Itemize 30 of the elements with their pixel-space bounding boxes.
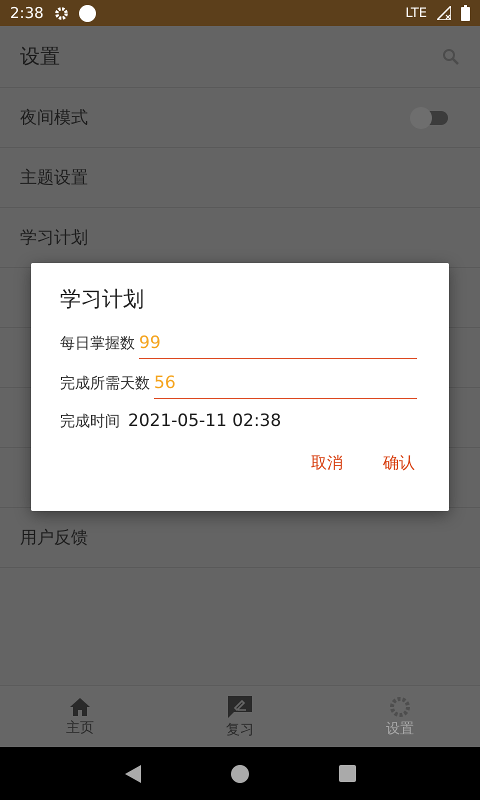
- settings-item[interactable]: 用户反馈: [20, 526, 88, 549]
- input-field[interactable]: 99: [139, 333, 417, 359]
- field-label: 每日掌握数: [60, 334, 135, 354]
- finish-time-label: 完成时间: [60, 412, 120, 431]
- finish-time: 2021-05-11 02:38: [128, 411, 282, 431]
- nav-tab[interactable]: 主页: [0, 686, 160, 747]
- dialog-button[interactable]: 取消: [309, 449, 345, 478]
- clock-time: 2:38: [10, 4, 44, 22]
- settings-item[interactable]: 主题设置: [20, 166, 88, 189]
- input-field[interactable]: 56: [154, 373, 417, 399]
- gear-icon: [389, 696, 411, 718]
- home-circle-icon[interactable]: [230, 764, 248, 782]
- dialog-button[interactable]: 确认: [381, 449, 417, 478]
- home-icon: [69, 696, 91, 716]
- signal-icon: [437, 6, 451, 20]
- pencil-note-icon: [227, 694, 253, 718]
- field-label: 完成所需天数: [60, 374, 150, 394]
- dialog-title: 学习计划: [60, 286, 145, 313]
- gear-icon: [54, 6, 69, 20]
- settings-item[interactable]: 夜间模式: [20, 106, 88, 129]
- page-title: 设置: [20, 43, 60, 70]
- settings-item[interactable]: 学习计划: [20, 226, 88, 249]
- battery-icon: [461, 5, 470, 21]
- back-icon[interactable]: [124, 764, 140, 782]
- night-mode-switch[interactable]: [410, 106, 448, 128]
- nav-tab[interactable]: 复习: [160, 686, 320, 747]
- circle-icon: [78, 4, 96, 22]
- recents-icon[interactable]: [338, 765, 356, 782]
- nav-tab[interactable]: 设置: [320, 686, 480, 747]
- network-type: LTE: [405, 6, 427, 20]
